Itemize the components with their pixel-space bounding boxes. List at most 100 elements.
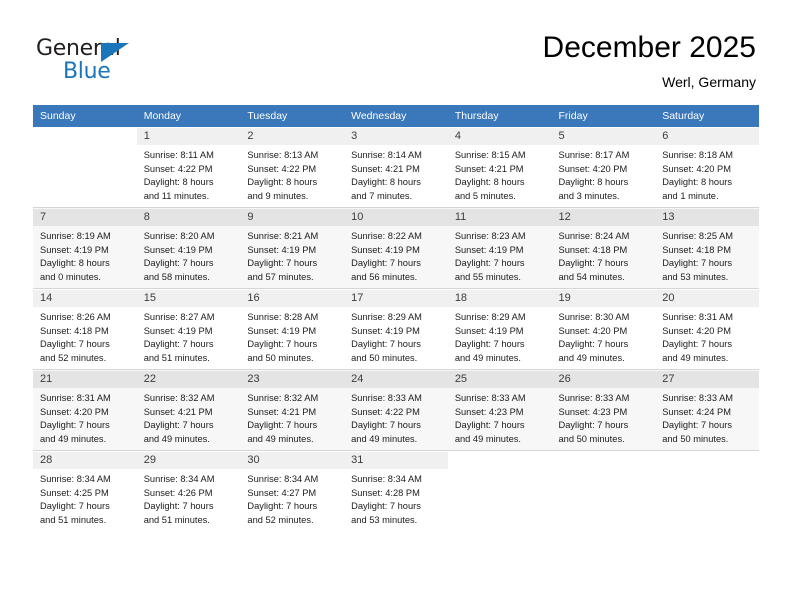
day-cell[interactable]: 14 Sunrise: 8:26 AM Sunset: 4:18 PM Dayl…	[33, 288, 137, 370]
day-cell[interactable]: 1 Sunrise: 8:11 AM Sunset: 4:22 PM Dayli…	[136, 127, 241, 208]
day-cell[interactable]: 24 Sunrise: 8:33 AM Sunset: 4:22 PM Dayl…	[344, 369, 448, 451]
day-info: Sunrise: 8:29 AM Sunset: 4:19 PM Dayligh…	[351, 307, 442, 365]
daylight-text-line2: and 49 minutes.	[351, 433, 418, 444]
sunset-text: Sunset: 4:22 PM	[351, 406, 420, 417]
day-cell[interactable]: 8 Sunrise: 8:20 AM Sunset: 4:19 PM Dayli…	[136, 207, 241, 289]
day-number	[552, 452, 656, 469]
calendar-week-row: 14 Sunrise: 8:26 AM Sunset: 4:18 PM Dayl…	[33, 288, 759, 370]
day-cell[interactable]: 28 Sunrise: 8:34 AM Sunset: 4:25 PM Dayl…	[33, 450, 137, 531]
sunset-text: Sunset: 4:20 PM	[40, 406, 109, 417]
sunset-text: Sunset: 4:19 PM	[351, 244, 420, 255]
daylight-text-line2: and 52 minutes.	[247, 514, 314, 525]
daylight-text-line2: and 50 minutes.	[558, 433, 625, 444]
day-number: 27	[655, 371, 759, 388]
day-cell[interactable]: 16 Sunrise: 8:28 AM Sunset: 4:19 PM Dayl…	[240, 288, 345, 370]
day-number: 24	[344, 371, 448, 388]
day-cell-empty	[33, 127, 137, 208]
daylight-text-line1: Daylight: 7 hours	[351, 420, 421, 431]
day-cell[interactable]: 7 Sunrise: 8:19 AM Sunset: 4:19 PM Dayli…	[33, 207, 137, 289]
day-info: Sunrise: 8:31 AM Sunset: 4:20 PM Dayligh…	[40, 388, 131, 446]
day-cell[interactable]: 23 Sunrise: 8:32 AM Sunset: 4:21 PM Dayl…	[240, 369, 345, 451]
day-number	[655, 452, 759, 469]
day-cell[interactable]: 31 Sunrise: 8:34 AM Sunset: 4:28 PM Dayl…	[344, 450, 448, 531]
day-cell[interactable]: 17 Sunrise: 8:29 AM Sunset: 4:19 PM Dayl…	[344, 288, 448, 370]
day-number: 17	[344, 290, 448, 307]
sunset-text: Sunset: 4:27 PM	[247, 487, 317, 498]
day-number: 29	[136, 452, 241, 469]
day-cell[interactable]: 12 Sunrise: 8:24 AM Sunset: 4:18 PM Dayl…	[551, 207, 656, 289]
sunset-text: Sunset: 4:26 PM	[143, 487, 213, 498]
sunrise-text: Sunrise: 8:13 AM	[247, 150, 319, 160]
day-info: Sunrise: 8:34 AM Sunset: 4:28 PM Dayligh…	[351, 469, 442, 527]
day-cell[interactable]: 22 Sunrise: 8:32 AM Sunset: 4:21 PM Dayl…	[136, 369, 241, 451]
day-number: 10	[344, 209, 448, 226]
daylight-text-line2: and 55 minutes.	[454, 271, 521, 282]
day-cell[interactable]: 29 Sunrise: 8:34 AM Sunset: 4:26 PM Dayl…	[136, 450, 241, 531]
daylight-text-line2: and 51 minutes.	[143, 514, 210, 525]
day-cell-empty	[655, 450, 759, 531]
day-cell[interactable]: 20 Sunrise: 8:31 AM Sunset: 4:20 PM Dayl…	[655, 288, 759, 370]
daylight-text-line2: and 50 minutes.	[662, 433, 729, 444]
daylight-text-line1: Daylight: 7 hours	[558, 258, 629, 269]
daylight-text-line1: Daylight: 7 hours	[662, 420, 732, 431]
general-blue-logo[interactable]: General Blue	[36, 36, 156, 86]
day-cell[interactable]: 6 Sunrise: 8:18 AM Sunset: 4:20 PM Dayli…	[655, 127, 759, 208]
day-cell[interactable]: 5 Sunrise: 8:17 AM Sunset: 4:20 PM Dayli…	[551, 127, 656, 208]
day-number: 26	[551, 371, 656, 388]
day-cell[interactable]: 11 Sunrise: 8:23 AM Sunset: 4:19 PM Dayl…	[447, 207, 552, 289]
sunset-text: Sunset: 4:19 PM	[143, 325, 213, 336]
daylight-text-line1: Daylight: 7 hours	[454, 420, 525, 431]
day-number: 13	[655, 209, 759, 226]
daylight-text-line1: Daylight: 7 hours	[351, 258, 421, 269]
sunrise-text: Sunrise: 8:15 AM	[454, 150, 526, 160]
sunset-text: Sunset: 4:19 PM	[247, 325, 317, 336]
day-cell[interactable]: 30 Sunrise: 8:34 AM Sunset: 4:27 PM Dayl…	[240, 450, 345, 531]
day-cell[interactable]: 15 Sunrise: 8:27 AM Sunset: 4:19 PM Dayl…	[136, 288, 241, 370]
daylight-text-line2: and 11 minutes.	[143, 190, 210, 201]
daylight-text-line2: and 49 minutes.	[558, 352, 625, 363]
day-info: Sunrise: 8:32 AM Sunset: 4:21 PM Dayligh…	[144, 388, 235, 446]
day-info: Sunrise: 8:33 AM Sunset: 4:23 PM Dayligh…	[559, 388, 650, 446]
day-info: Sunrise: 8:23 AM Sunset: 4:19 PM Dayligh…	[455, 226, 546, 284]
day-number: 9	[240, 209, 345, 226]
day-info: Sunrise: 8:18 AM Sunset: 4:20 PM Dayligh…	[662, 145, 753, 203]
day-info: Sunrise: 8:34 AM Sunset: 4:26 PM Dayligh…	[144, 469, 235, 527]
sunset-text: Sunset: 4:22 PM	[247, 163, 317, 174]
day-cell[interactable]: 13 Sunrise: 8:25 AM Sunset: 4:18 PM Dayl…	[655, 207, 759, 289]
day-cell[interactable]: 18 Sunrise: 8:29 AM Sunset: 4:19 PM Dayl…	[447, 288, 552, 370]
day-number: 6	[655, 128, 759, 145]
day-cell[interactable]: 25 Sunrise: 8:33 AM Sunset: 4:23 PM Dayl…	[447, 369, 552, 451]
daylight-text-line1: Daylight: 7 hours	[247, 501, 318, 512]
day-cell[interactable]: 21 Sunrise: 8:31 AM Sunset: 4:20 PM Dayl…	[33, 369, 137, 451]
sunrise-text: Sunrise: 8:14 AM	[351, 150, 422, 160]
day-cell[interactable]: 3 Sunrise: 8:14 AM Sunset: 4:21 PM Dayli…	[344, 127, 448, 208]
daylight-text-line2: and 9 minutes.	[247, 190, 309, 201]
day-info: Sunrise: 8:27 AM Sunset: 4:19 PM Dayligh…	[144, 307, 235, 365]
day-cell[interactable]: 10 Sunrise: 8:22 AM Sunset: 4:19 PM Dayl…	[344, 207, 448, 289]
day-cell-empty	[447, 450, 552, 531]
sunrise-text: Sunrise: 8:20 AM	[143, 231, 215, 241]
title-block: December 2025 Werl, Germany	[543, 30, 756, 92]
day-cell[interactable]: 26 Sunrise: 8:33 AM Sunset: 4:23 PM Dayl…	[551, 369, 656, 451]
sunrise-text: Sunrise: 8:29 AM	[351, 312, 422, 322]
page-title: December 2025	[542, 31, 756, 64]
day-cell[interactable]: 2 Sunrise: 8:13 AM Sunset: 4:22 PM Dayli…	[240, 127, 345, 208]
daylight-text-line1: Daylight: 7 hours	[351, 501, 421, 512]
day-cell[interactable]: 9 Sunrise: 8:21 AM Sunset: 4:19 PM Dayli…	[240, 207, 345, 289]
daylight-text-line2: and 52 minutes.	[40, 352, 107, 363]
day-number: 7	[33, 209, 137, 226]
sunrise-text: Sunrise: 8:33 AM	[351, 393, 422, 403]
daylight-text-line2: and 49 minutes.	[247, 433, 314, 444]
sunset-text: Sunset: 4:20 PM	[662, 163, 731, 174]
daylight-text-line1: Daylight: 7 hours	[351, 339, 421, 350]
daylight-text-line2: and 53 minutes.	[662, 271, 729, 282]
day-cell[interactable]: 4 Sunrise: 8:15 AM Sunset: 4:21 PM Dayli…	[447, 127, 552, 208]
sunset-text: Sunset: 4:19 PM	[454, 244, 524, 255]
sunrise-text: Sunrise: 8:17 AM	[558, 150, 630, 160]
sunrise-text: Sunrise: 8:23 AM	[454, 231, 526, 241]
day-cell[interactable]: 27 Sunrise: 8:33 AM Sunset: 4:24 PM Dayl…	[655, 369, 759, 451]
daylight-text-line2: and 58 minutes.	[143, 271, 210, 282]
daylight-text-line1: Daylight: 7 hours	[143, 420, 214, 431]
sunrise-text: Sunrise: 8:33 AM	[454, 393, 526, 403]
day-cell[interactable]: 19 Sunrise: 8:30 AM Sunset: 4:20 PM Dayl…	[551, 288, 656, 370]
